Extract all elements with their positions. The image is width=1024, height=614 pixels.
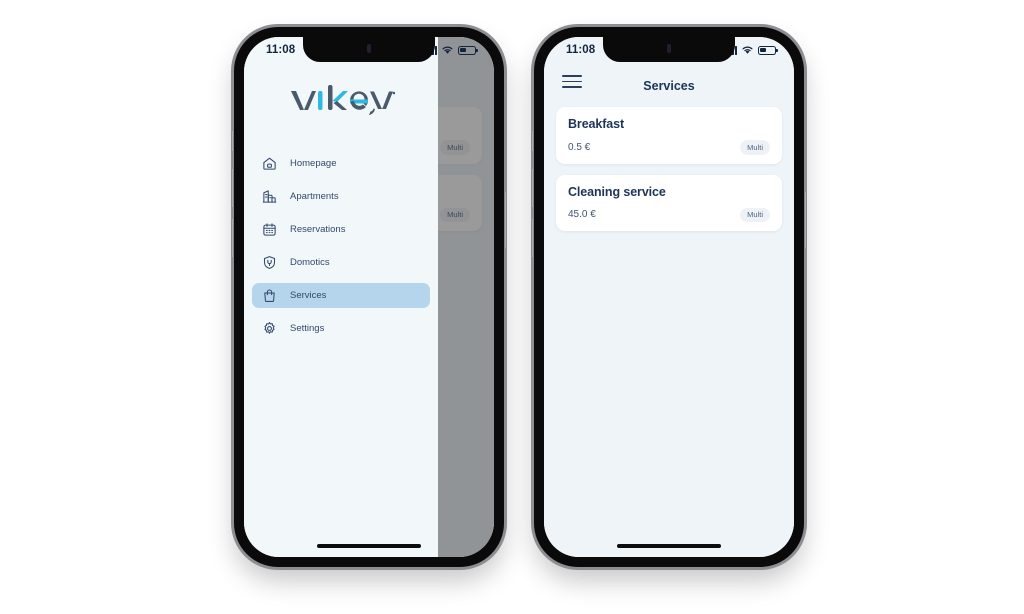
device-notch <box>603 37 735 62</box>
volume-up-button[interactable] <box>531 169 534 207</box>
service-card[interactable]: Cleaning service 45.0 € Multi <box>556 174 782 231</box>
silence-switch[interactable] <box>531 131 534 151</box>
drawer-menu: Homepage Apartments Reservations Domotic… <box>244 151 438 341</box>
service-price: 45.0 € <box>568 209 596 221</box>
service-title: Cleaning service <box>568 184 666 199</box>
gear-icon <box>262 321 277 336</box>
navigation-drawer: Homepage Apartments Reservations Domotic… <box>244 37 438 557</box>
home-indicator[interactable] <box>317 544 421 548</box>
sidebar-item-label: Domotics <box>290 257 330 268</box>
screen-right: Services Breakfast 0.5 € Multi Cleaning … <box>544 37 794 557</box>
sidebar-item-label: Settings <box>290 323 325 334</box>
sidebar-item-label: Homepage <box>290 158 337 169</box>
sidebar-item-homepage[interactable]: Homepage <box>252 151 430 176</box>
power-button[interactable] <box>504 192 507 248</box>
sidebar-item-label: Services <box>290 290 327 301</box>
sidebar-item-apartments[interactable]: Apartments <box>252 184 430 209</box>
home-icon <box>262 156 277 171</box>
service-badge: Multi <box>740 207 770 222</box>
sidebar-item-label: Reservations <box>290 224 346 235</box>
phone-device-left: Services Breakfast 0.5 € Multi Cleaning … <box>231 27 507 567</box>
sidebar-item-services[interactable]: Services <box>252 283 430 308</box>
volume-down-button[interactable] <box>231 219 234 257</box>
shopping-bag-icon <box>262 288 277 303</box>
volume-up-button[interactable] <box>231 169 234 207</box>
service-price: 0.5 € <box>568 141 591 153</box>
service-badge: Multi <box>740 140 770 155</box>
phone-device-right: Services Breakfast 0.5 € Multi Cleaning … <box>531 27 807 567</box>
services-app: Services Breakfast 0.5 € Multi Cleaning … <box>544 37 794 557</box>
sidebar-item-domotics[interactable]: Domotics <box>252 250 430 275</box>
notch-indicator-icon <box>367 44 371 53</box>
sidebar-item-label: Apartments <box>290 191 339 202</box>
smart-plug-icon <box>262 255 277 270</box>
sidebar-item-reservations[interactable]: Reservations <box>252 217 430 242</box>
sidebar-item-settings[interactable]: Settings <box>252 316 430 341</box>
service-title: Breakfast <box>568 117 625 131</box>
volume-down-button[interactable] <box>531 219 534 257</box>
notch-indicator-icon <box>667 44 671 53</box>
buildings-icon <box>262 189 277 204</box>
device-notch <box>303 37 435 62</box>
service-card[interactable]: Breakfast 0.5 € Multi <box>556 107 782 164</box>
services-card-list: Breakfast 0.5 € Multi Cleaning service 4… <box>544 99 794 231</box>
home-indicator[interactable] <box>617 544 721 548</box>
power-button[interactable] <box>804 192 807 248</box>
calendar-icon <box>262 222 277 237</box>
screen-left: Services Breakfast 0.5 € Multi Cleaning … <box>244 37 494 557</box>
silence-switch[interactable] <box>231 131 234 151</box>
vikey-logo <box>244 83 438 117</box>
hamburger-menu-icon[interactable] <box>562 72 582 91</box>
